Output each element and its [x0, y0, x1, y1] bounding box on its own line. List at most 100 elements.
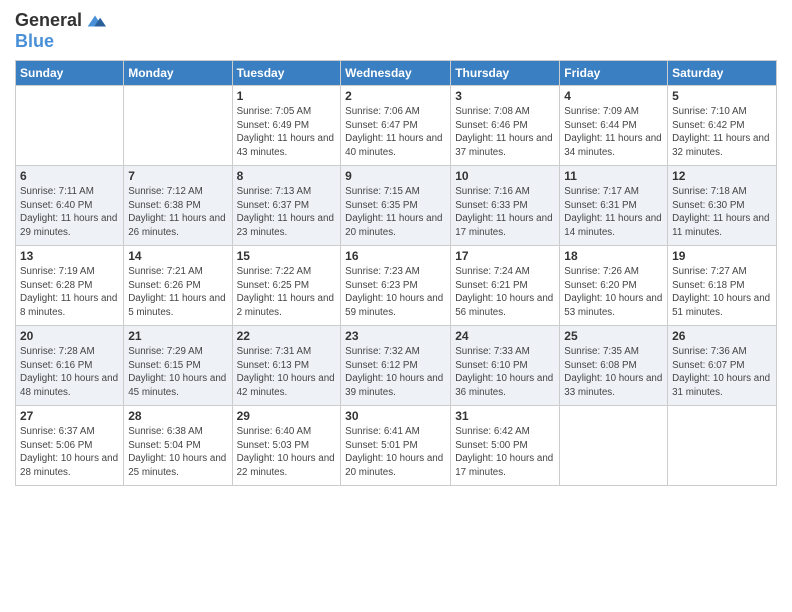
day-detail: Sunrise: 6:37 AMSunset: 5:06 PMDaylight:…	[20, 425, 119, 480]
calendar-cell: 29 Sunrise: 6:40 AMSunset: 5:03 PMDayligh…	[232, 405, 341, 485]
calendar-cell: 23 Sunrise: 7:32 AMSunset: 6:12 PMDayligh…	[341, 325, 451, 405]
calendar-cell: 25 Sunrise: 7:35 AMSunset: 6:08 PMDayligh…	[560, 325, 668, 405]
calendar-cell: 28Sunrise: 6:38 AMSunset: 5:04 PMDayligh…	[124, 405, 232, 485]
day-number: 7	[128, 169, 227, 183]
day-number: 12	[672, 169, 772, 183]
calendar-cell: 20 Sunrise: 7:28 AMSunset: 6:16 PMDayligh…	[16, 325, 124, 405]
weekday-header: Thursday	[451, 60, 560, 85]
day-number: 13	[20, 249, 119, 263]
calendar-cell	[16, 85, 124, 165]
day-detail: Sunrise: 7:19 AMSunset: 6:28 PMDaylight:…	[20, 265, 119, 320]
calendar-cell: 21Sunrise: 7:29 AMSunset: 6:15 PMDayligh…	[124, 325, 232, 405]
calendar-cell: 16Sunrise: 7:23 AMSunset: 6:23 PMDayligh…	[341, 245, 451, 325]
weekday-header: Friday	[560, 60, 668, 85]
page-header: General Blue	[15, 10, 777, 52]
day-detail: Sunrise: 7:12 AMSunset: 6:38 PMDaylight:…	[128, 185, 227, 240]
day-number: 26	[672, 329, 772, 343]
day-number: 5	[672, 89, 772, 103]
day-number: 28	[128, 409, 227, 423]
calendar-cell	[560, 405, 668, 485]
calendar-week-row: 20 Sunrise: 7:28 AMSunset: 6:16 PMDayligh…	[16, 325, 777, 405]
calendar-cell: 10 Sunrise: 7:16 AMSunset: 6:33 PMDayligh…	[451, 165, 560, 245]
logo-subtext: Blue	[15, 32, 106, 52]
day-number: 10	[455, 169, 555, 183]
day-number: 3	[455, 89, 555, 103]
weekday-header: Monday	[124, 60, 232, 85]
calendar-cell: 24 Sunrise: 7:33 AMSunset: 6:10 PMDayligh…	[451, 325, 560, 405]
weekday-header: Tuesday	[232, 60, 341, 85]
day-detail: Sunrise: 7:36 AMSunset: 6:07 PMDaylight:…	[672, 345, 772, 400]
day-detail: Sunrise: 7:35 AMSunset: 6:08 PMDaylight:…	[564, 345, 663, 400]
calendar-cell: 22 Sunrise: 7:31 AMSunset: 6:13 PMDayligh…	[232, 325, 341, 405]
day-detail: Sunrise: 7:33 AMSunset: 6:10 PMDaylight:…	[455, 345, 555, 400]
day-detail: Sunrise: 7:06 AMSunset: 6:47 PMDaylight:…	[345, 105, 446, 160]
day-number: 8	[237, 169, 337, 183]
day-detail: Sunrise: 7:24 AMSunset: 6:21 PMDaylight:…	[455, 265, 555, 320]
calendar-week-row: 6Sunrise: 7:11 AMSunset: 6:40 PMDaylight…	[16, 165, 777, 245]
day-number: 30	[345, 409, 446, 423]
day-detail: Sunrise: 6:40 AMSunset: 5:03 PMDaylight:…	[237, 425, 337, 480]
calendar-cell: 8 Sunrise: 7:13 AMSunset: 6:37 PMDaylight…	[232, 165, 341, 245]
calendar-week-row: 1 Sunrise: 7:05 AMSunset: 6:49 PMDaylight…	[16, 85, 777, 165]
calendar-cell: 31 Sunrise: 6:42 AMSunset: 5:00 PMDayligh…	[451, 405, 560, 485]
weekday-header-row: SundayMondayTuesdayWednesdayThursdayFrid…	[16, 60, 777, 85]
day-detail: Sunrise: 7:13 AMSunset: 6:37 PMDaylight:…	[237, 185, 337, 240]
day-number: 1	[237, 89, 337, 103]
day-number: 16	[345, 249, 446, 263]
day-detail: Sunrise: 7:08 AMSunset: 6:46 PMDaylight:…	[455, 105, 555, 160]
logo-icon	[84, 10, 106, 32]
day-detail: Sunrise: 7:27 AMSunset: 6:18 PMDaylight:…	[672, 265, 772, 320]
calendar-cell: 26 Sunrise: 7:36 AMSunset: 6:07 PMDayligh…	[668, 325, 777, 405]
day-number: 24	[455, 329, 555, 343]
calendar-cell: 12 Sunrise: 7:18 AMSunset: 6:30 PMDayligh…	[668, 165, 777, 245]
day-number: 9	[345, 169, 446, 183]
calendar-cell: 17Sunrise: 7:24 AMSunset: 6:21 PMDayligh…	[451, 245, 560, 325]
day-detail: Sunrise: 7:31 AMSunset: 6:13 PMDaylight:…	[237, 345, 337, 400]
day-detail: Sunrise: 7:28 AMSunset: 6:16 PMDaylight:…	[20, 345, 119, 400]
weekday-header: Sunday	[16, 60, 124, 85]
day-number: 22	[237, 329, 337, 343]
logo: General Blue	[15, 10, 106, 52]
day-number: 4	[564, 89, 663, 103]
day-number: 19	[672, 249, 772, 263]
calendar-cell: 27 Sunrise: 6:37 AMSunset: 5:06 PMDayligh…	[16, 405, 124, 485]
calendar-cell: 1 Sunrise: 7:05 AMSunset: 6:49 PMDaylight…	[232, 85, 341, 165]
calendar-cell: 15Sunrise: 7:22 AMSunset: 6:25 PMDayligh…	[232, 245, 341, 325]
day-detail: Sunrise: 7:16 AMSunset: 6:33 PMDaylight:…	[455, 185, 555, 240]
calendar-week-row: 27 Sunrise: 6:37 AMSunset: 5:06 PMDayligh…	[16, 405, 777, 485]
day-number: 27	[20, 409, 119, 423]
day-number: 11	[564, 169, 663, 183]
calendar-cell: 7 Sunrise: 7:12 AMSunset: 6:38 PMDaylight…	[124, 165, 232, 245]
logo-text: General	[15, 11, 82, 31]
day-number: 25	[564, 329, 663, 343]
calendar-cell: 9 Sunrise: 7:15 AMSunset: 6:35 PMDaylight…	[341, 165, 451, 245]
day-number: 29	[237, 409, 337, 423]
day-detail: Sunrise: 7:26 AMSunset: 6:20 PMDaylight:…	[564, 265, 663, 320]
calendar-cell: 3 Sunrise: 7:08 AMSunset: 6:46 PMDaylight…	[451, 85, 560, 165]
day-number: 15	[237, 249, 337, 263]
day-detail: Sunrise: 7:32 AMSunset: 6:12 PMDaylight:…	[345, 345, 446, 400]
day-number: 23	[345, 329, 446, 343]
weekday-header: Saturday	[668, 60, 777, 85]
weekday-header: Wednesday	[341, 60, 451, 85]
calendar-cell	[124, 85, 232, 165]
day-number: 20	[20, 329, 119, 343]
day-number: 21	[128, 329, 227, 343]
day-detail: Sunrise: 7:09 AMSunset: 6:44 PMDaylight:…	[564, 105, 663, 160]
calendar-week-row: 13 Sunrise: 7:19 AMSunset: 6:28 PMDayligh…	[16, 245, 777, 325]
calendar-cell: 30 Sunrise: 6:41 AMSunset: 5:01 PMDayligh…	[341, 405, 451, 485]
day-detail: Sunrise: 6:41 AMSunset: 5:01 PMDaylight:…	[345, 425, 446, 480]
calendar-cell: 14Sunrise: 7:21 AMSunset: 6:26 PMDayligh…	[124, 245, 232, 325]
day-detail: Sunrise: 7:05 AMSunset: 6:49 PMDaylight:…	[237, 105, 337, 160]
day-detail: Sunrise: 7:10 AMSunset: 6:42 PMDaylight:…	[672, 105, 772, 160]
day-number: 31	[455, 409, 555, 423]
day-detail: Sunrise: 7:15 AMSunset: 6:35 PMDaylight:…	[345, 185, 446, 240]
calendar-cell: 13 Sunrise: 7:19 AMSunset: 6:28 PMDayligh…	[16, 245, 124, 325]
day-detail: Sunrise: 7:18 AMSunset: 6:30 PMDaylight:…	[672, 185, 772, 240]
day-detail: Sunrise: 6:42 AMSunset: 5:00 PMDaylight:…	[455, 425, 555, 480]
calendar-cell	[668, 405, 777, 485]
calendar-cell: 18Sunrise: 7:26 AMSunset: 6:20 PMDayligh…	[560, 245, 668, 325]
calendar-table: SundayMondayTuesdayWednesdayThursdayFrid…	[15, 60, 777, 486]
calendar-cell: 2Sunrise: 7:06 AMSunset: 6:47 PMDaylight…	[341, 85, 451, 165]
calendar-cell: 19 Sunrise: 7:27 AMSunset: 6:18 PMDayligh…	[668, 245, 777, 325]
